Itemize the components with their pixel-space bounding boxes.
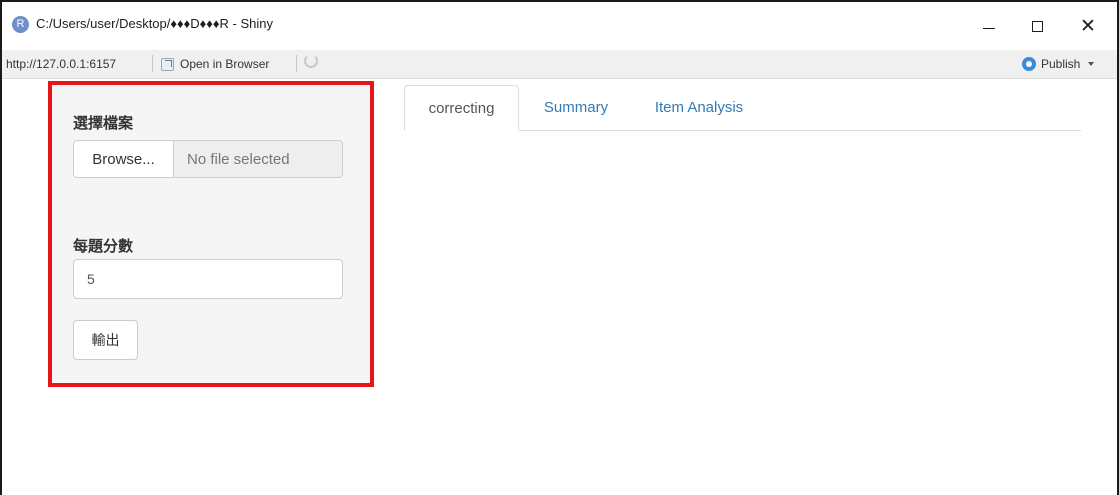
output-button[interactable]: 輸出	[73, 320, 138, 360]
r-app-icon: R	[12, 16, 29, 33]
title-bar: R C:/Users/user/Desktop/♦♦♦D♦♦♦R - Shiny…	[2, 2, 1117, 48]
open-in-browser-icon	[161, 57, 174, 71]
file-input-label: 選擇檔案	[73, 115, 134, 132]
publish-button[interactable]: Publish	[1022, 55, 1095, 73]
chevron-down-icon	[1088, 62, 1095, 66]
publish-icon	[1022, 57, 1036, 71]
file-name-display: No file selected	[174, 140, 343, 178]
window-title: C:/Users/user/Desktop/♦♦♦D♦♦♦R - Shiny	[36, 16, 274, 31]
maximize-icon	[1031, 20, 1043, 32]
score-input-label: 每題分數	[73, 238, 134, 255]
viewer-toolbar: http://127.0.0.1:6157 Open in Browser Pu…	[2, 50, 1117, 79]
tab-bar: correcting Summary Item Analysis	[404, 85, 1081, 131]
file-input-group: Browse... No file selected	[73, 140, 343, 178]
maximize-button[interactable]	[1015, 10, 1059, 42]
tab-item-analysis[interactable]: Item Analysis	[640, 85, 758, 130]
close-icon: ✕	[1080, 15, 1096, 37]
tab-correcting[interactable]: correcting	[404, 85, 519, 131]
app-content: 選擇檔案 Browse... No file selected 每題分數 輸出 …	[2, 79, 1117, 495]
tab-summary[interactable]: Summary	[526, 85, 626, 130]
browse-button[interactable]: Browse...	[73, 140, 174, 178]
publish-label: Publish	[1041, 57, 1081, 71]
minimize-icon	[983, 27, 995, 29]
toolbar-divider	[296, 55, 297, 72]
open-in-browser-label: Open in Browser	[180, 57, 270, 71]
toolbar-divider	[152, 55, 153, 72]
score-per-question-input[interactable]	[73, 259, 343, 299]
shiny-window: R C:/Users/user/Desktop/♦♦♦D♦♦♦R - Shiny…	[0, 0, 1119, 495]
refresh-icon[interactable]	[304, 54, 318, 68]
sidebar-panel: 選擇檔案 Browse... No file selected 每題分數 輸出	[48, 81, 374, 387]
close-button[interactable]: ✕	[1066, 10, 1110, 42]
app-url: http://127.0.0.1:6157	[6, 57, 117, 71]
open-in-browser-button[interactable]: Open in Browser	[161, 55, 269, 73]
minimize-button[interactable]	[967, 10, 1011, 42]
